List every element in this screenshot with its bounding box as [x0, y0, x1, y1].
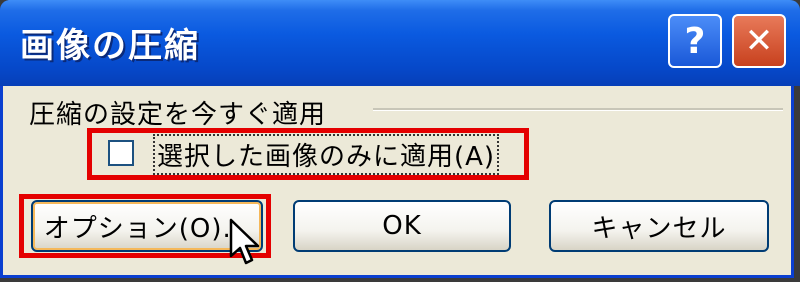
- cancel-button[interactable]: キャンセル: [549, 200, 769, 252]
- checkbox-highlight-frame: [87, 128, 529, 180]
- question-mark-icon: ?: [684, 20, 706, 62]
- group-divider: [373, 108, 783, 111]
- close-icon: ✕: [744, 21, 774, 61]
- title-bar[interactable]: 画像の圧縮 ? ✕: [0, 0, 800, 86]
- ok-button-label: OK: [382, 211, 422, 241]
- close-button[interactable]: ✕: [732, 14, 786, 68]
- help-button[interactable]: ?: [668, 14, 722, 68]
- apply-settings-group-label: 圧縮の設定を今すぐ適用: [29, 100, 327, 130]
- mouse-pointer-icon: [229, 218, 260, 265]
- cancel-button-label: キャンセル: [591, 213, 727, 244]
- ok-button[interactable]: OK: [293, 200, 511, 252]
- compress-pictures-dialog: 画像の圧縮 ? ✕ 圧縮の設定を今すぐ適用 選択した画像のみに適用(A) オプシ…: [0, 0, 800, 278]
- dialog-title: 画像の圧縮: [20, 26, 200, 66]
